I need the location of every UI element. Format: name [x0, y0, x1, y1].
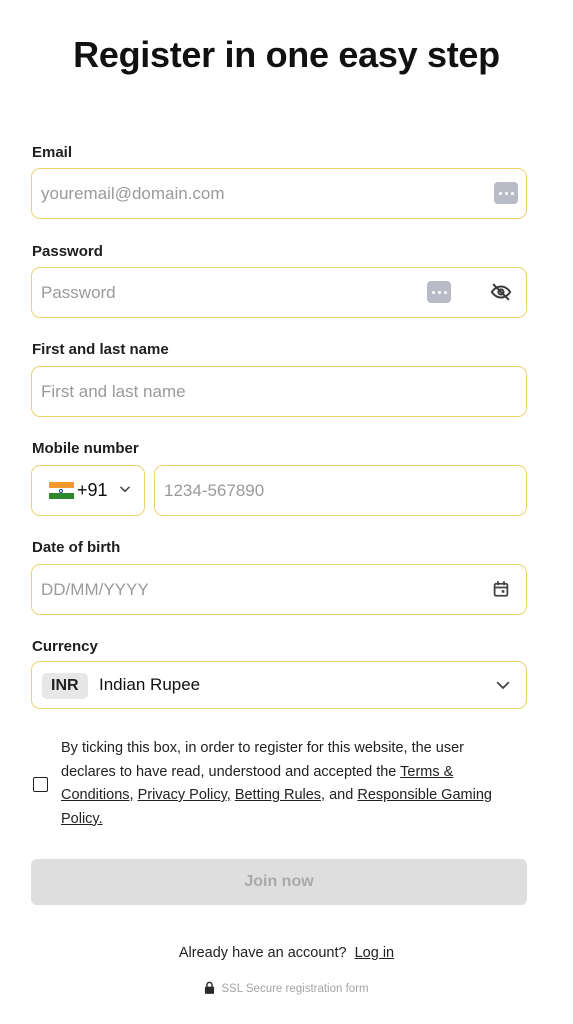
- email-field-container: [31, 168, 527, 219]
- autofill-dots-icon[interactable]: [427, 281, 451, 303]
- calendar-icon[interactable]: [489, 577, 513, 601]
- password-input[interactable]: [41, 268, 421, 317]
- autofill-dots-icon[interactable]: [494, 182, 518, 204]
- join-now-button[interactable]: Join now: [31, 859, 527, 905]
- dob-input[interactable]: [41, 565, 461, 614]
- login-link[interactable]: Log in: [355, 945, 395, 961]
- india-flag-icon: [49, 482, 74, 499]
- terms-checkbox[interactable]: [33, 777, 48, 792]
- country-code-select[interactable]: +91: [31, 465, 145, 516]
- password-field-container: [31, 267, 527, 318]
- dob-label: Date of birth: [32, 539, 121, 556]
- chevron-down-icon: [491, 673, 515, 697]
- page-title: Register in one easy step: [73, 34, 500, 75]
- currency-name: Indian Rupee: [99, 675, 201, 694]
- email-input[interactable]: [41, 169, 461, 218]
- lock-icon: [204, 981, 215, 997]
- privacy-policy-link[interactable]: Privacy Policy,: [138, 787, 231, 803]
- phone-input[interactable]: [164, 466, 504, 515]
- name-field-container: [31, 366, 527, 417]
- name-input[interactable]: [41, 367, 461, 416]
- currency-select[interactable]: INR Indian Rupee: [31, 661, 527, 709]
- betting-rules-link[interactable]: Betting Rules,: [235, 787, 325, 803]
- chevron-down-icon: [118, 482, 132, 501]
- currency-code-badge: INR: [42, 673, 88, 699]
- login-row: Already have an account? Log in: [0, 945, 573, 961]
- country-code-text: +91: [77, 480, 108, 500]
- dob-field-container: [31, 564, 527, 615]
- ssl-text: SSL Secure registration form: [221, 983, 369, 995]
- terms-text: By ticking this box, in order to registe…: [61, 737, 521, 831]
- terms-and: and: [325, 787, 358, 803]
- ssl-notice: SSL Secure registration form: [0, 981, 573, 997]
- name-label: First and last name: [32, 341, 169, 358]
- currency-label: Currency: [32, 638, 98, 655]
- phone-field-container: [154, 465, 527, 516]
- eye-off-icon[interactable]: [489, 280, 513, 304]
- password-label: Password: [32, 243, 103, 260]
- login-prompt: Already have an account?: [178, 945, 347, 961]
- mobile-label: Mobile number: [32, 440, 139, 457]
- email-label: Email: [32, 144, 73, 161]
